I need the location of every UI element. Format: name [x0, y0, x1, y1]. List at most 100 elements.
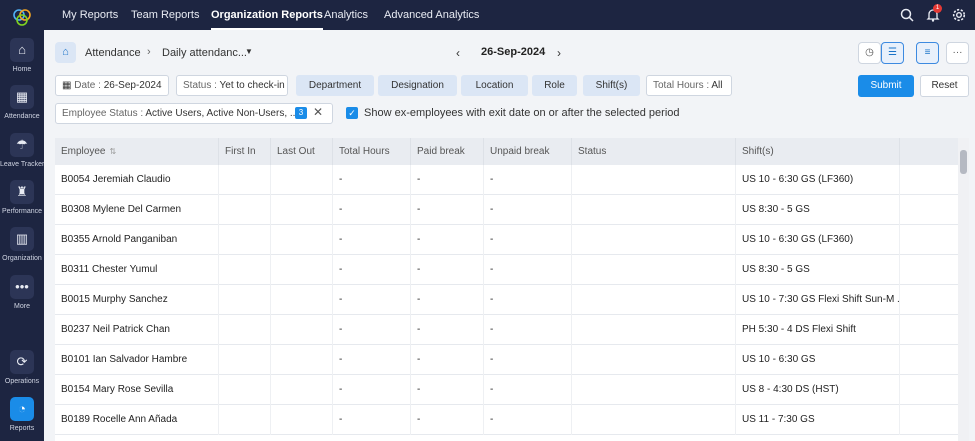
cell-total-hours: -: [333, 315, 411, 345]
tab-analytics[interactable]: Analytics: [324, 0, 368, 30]
cell-employee: B0311 Chester Yumul: [55, 255, 219, 285]
prev-date-button[interactable]: ‹: [456, 46, 460, 60]
cell-total-hours: -: [333, 345, 411, 375]
cell-paid-break: -: [411, 345, 484, 375]
cell-shift: US 10 - 7:30 GS Flexi Shift Sun-M ...: [736, 285, 900, 315]
operations-icon: ⟳: [10, 350, 34, 374]
tab-my-reports[interactable]: My Reports: [62, 0, 118, 30]
cell-first-in: [219, 165, 271, 195]
cell-unpaid-break: -: [484, 375, 572, 405]
header-shifts: Shift(s): [736, 138, 900, 165]
reset-button[interactable]: Reset: [920, 75, 969, 97]
clock-view-icon[interactable]: ◷: [858, 42, 881, 64]
header-status: Status: [572, 138, 736, 165]
cell-first-in: [219, 255, 271, 285]
cell-unpaid-break: -: [484, 165, 572, 195]
table-row[interactable]: B0101 Ian Salvador Hambre - - - US 10 - 6:30…: [55, 345, 958, 375]
cell-employee: B0308 Mylene Del Carmen: [55, 195, 219, 225]
employee-status-count: 3: [295, 107, 307, 119]
cell-status: [572, 375, 736, 405]
tab-organization-reports[interactable]: Organization Reports: [211, 0, 323, 30]
ex-employees-checkbox[interactable]: ✓: [346, 107, 358, 119]
cell-first-in: [219, 345, 271, 375]
table-row[interactable]: B0237 Neil Patrick Chan - - - PH 5:30 - 4 DS…: [55, 315, 958, 345]
rail-item-attendance[interactable]: ▦ Attendance: [0, 85, 44, 131]
cell-shift: US 8:30 - 5 GS: [736, 195, 900, 225]
department-filter[interactable]: Department: [296, 75, 374, 96]
cell-unpaid-break: -: [484, 255, 572, 285]
cell-employee: B0189 Rocelle Ann Añada: [55, 405, 219, 435]
total-hours-filter[interactable]: Total Hours : All: [646, 75, 732, 96]
cell-total-hours: -: [333, 285, 411, 315]
status-filter[interactable]: Status : Yet to check-in: [176, 75, 288, 96]
rail-item-home[interactable]: ⌂ Home: [0, 38, 44, 84]
cell-paid-break: -: [411, 165, 484, 195]
cell-status: [572, 195, 736, 225]
cell-total-hours: -: [333, 195, 411, 225]
role-filter[interactable]: Role: [532, 75, 577, 96]
rail-item-operations[interactable]: ⟳ Operations: [0, 350, 44, 396]
list-view-icon[interactable]: ☰: [881, 42, 904, 64]
table-row[interactable]: B0311 Chester Yumul - - - US 8:30 - 5 GS: [55, 255, 958, 285]
rail-item-leave-tracker[interactable]: ☂ Leave Tracker: [0, 133, 44, 179]
rail-item-organization[interactable]: ▥ Organization: [0, 227, 44, 273]
header-unpaid-break: Unpaid break: [484, 138, 572, 165]
header-paid-break: Paid break: [411, 138, 484, 165]
home-icon[interactable]: ⌂: [55, 42, 76, 63]
employee-status-filter[interactable]: Employee Status : Active Users, Active N…: [55, 103, 333, 124]
table-row[interactable]: B0355 Arnold Panganiban - - - US 10 - 6:30 G…: [55, 225, 958, 255]
close-icon[interactable]: ✕: [313, 105, 323, 119]
breadcrumb-section[interactable]: Attendance: [85, 47, 141, 59]
current-date: 26-Sep-2024: [481, 46, 546, 58]
cell-first-in: [219, 405, 271, 435]
header-employee[interactable]: Employee ⇅: [55, 138, 219, 165]
search-icon[interactable]: [899, 7, 915, 23]
header-total-hours: Total Hours: [333, 138, 411, 165]
table-row[interactable]: B0015 Murphy Sanchez - - - US 10 - 7:30 GS F…: [55, 285, 958, 315]
cell-employee: B0101 Ian Salvador Hambre: [55, 345, 219, 375]
header-last-out: Last Out: [271, 138, 333, 165]
table-row[interactable]: B0189 Rocelle Ann Añada - - - US 11 - 7:30 G…: [55, 405, 958, 435]
filter-icon[interactable]: ≡: [916, 42, 939, 64]
designation-filter[interactable]: Designation: [378, 75, 457, 96]
cell-employee: B0154 Mary Rose Sevilla: [55, 375, 219, 405]
gear-icon[interactable]: [951, 7, 967, 23]
tab-team-reports[interactable]: Team Reports: [131, 0, 199, 30]
shifts-filter[interactable]: Shift(s): [583, 75, 640, 96]
cell-paid-break: -: [411, 405, 484, 435]
submit-button[interactable]: Submit: [858, 75, 914, 97]
next-date-button[interactable]: ›: [557, 46, 561, 60]
table-header: Employee ⇅ First In Last Out Total Hours …: [55, 138, 958, 165]
cell-first-in: [219, 285, 271, 315]
chevron-down-icon[interactable]: ▼: [245, 47, 253, 56]
table-row[interactable]: B0054 Jeremiah Claudio - - - US 10 - 6:30 GS…: [55, 165, 958, 195]
calendar-icon: ▦: [62, 80, 72, 91]
report-selector[interactable]: Daily attendanc...: [162, 47, 247, 59]
cell-status: [572, 315, 736, 345]
cell-status: [572, 225, 736, 255]
rail-item-reports[interactable]: ◔ Reports: [0, 397, 44, 441]
cell-shift: US 10 - 6:30 GS: [736, 345, 900, 375]
table-row[interactable]: B0154 Mary Rose Sevilla - - - US 8 - 4:30 DS…: [55, 375, 958, 405]
cell-first-in: [219, 315, 271, 345]
header-first-in: First In: [219, 138, 271, 165]
table-scrollbar[interactable]: [958, 138, 969, 441]
rail-item-more[interactable]: ••• More: [0, 275, 44, 321]
app-logo-icon: [13, 9, 31, 26]
more-options-icon[interactable]: ···: [946, 42, 969, 64]
building-icon: ▥: [10, 227, 34, 251]
cell-last-out: [271, 165, 333, 195]
cell-status: [572, 345, 736, 375]
sort-icon[interactable]: ⇅: [109, 147, 116, 156]
cell-last-out: [271, 225, 333, 255]
rail-item-performance[interactable]: ♜ Performance: [0, 180, 44, 226]
date-filter[interactable]: ▦ Date : 26-Sep-2024: [55, 75, 169, 96]
tab-advanced-analytics[interactable]: Advanced Analytics: [384, 0, 479, 30]
location-filter[interactable]: Location: [461, 75, 528, 96]
cell-shift: US 11 - 7:30 GS: [736, 405, 900, 435]
cell-unpaid-break: -: [484, 405, 572, 435]
attendance-table: Employee ⇅ First In Last Out Total Hours …: [55, 138, 958, 441]
scrollbar-thumb[interactable]: [960, 150, 967, 174]
table-row[interactable]: B0308 Mylene Del Carmen - - - US 8:30 - 5 GS: [55, 195, 958, 225]
cell-employee: B0237 Neil Patrick Chan: [55, 315, 219, 345]
